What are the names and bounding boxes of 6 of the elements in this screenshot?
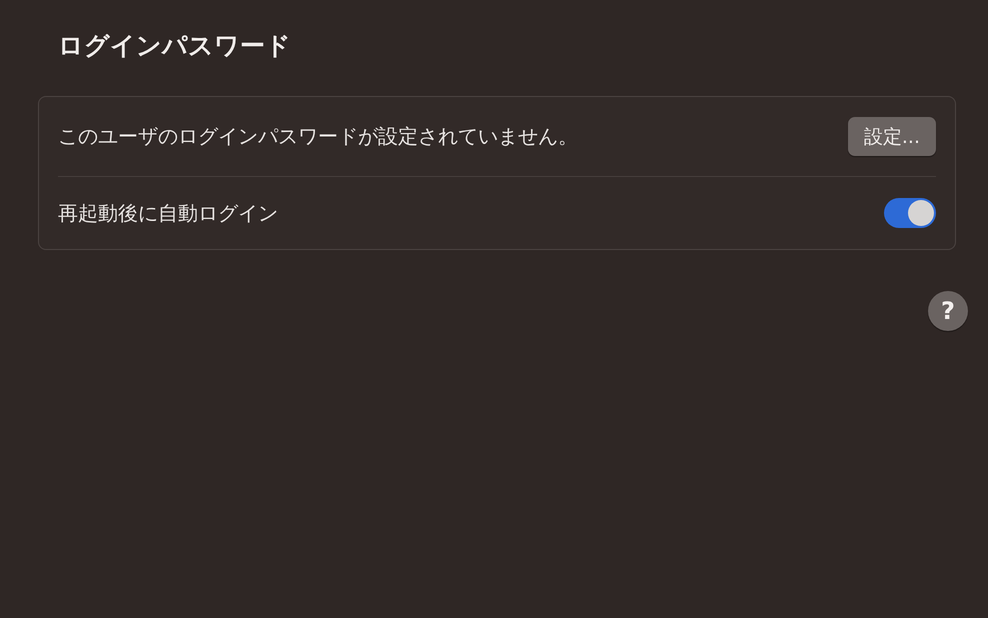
help-button[interactable]: ? (928, 291, 968, 331)
setting-label: このユーザのログインパスワードが設定されていません。 (58, 123, 578, 150)
section-title: ログインパスワード (58, 30, 292, 62)
set-button[interactable]: 設定... (848, 117, 936, 156)
toggle-switch[interactable] (884, 198, 936, 228)
setting-label: 再起動後に自動ログイン (58, 200, 278, 226)
